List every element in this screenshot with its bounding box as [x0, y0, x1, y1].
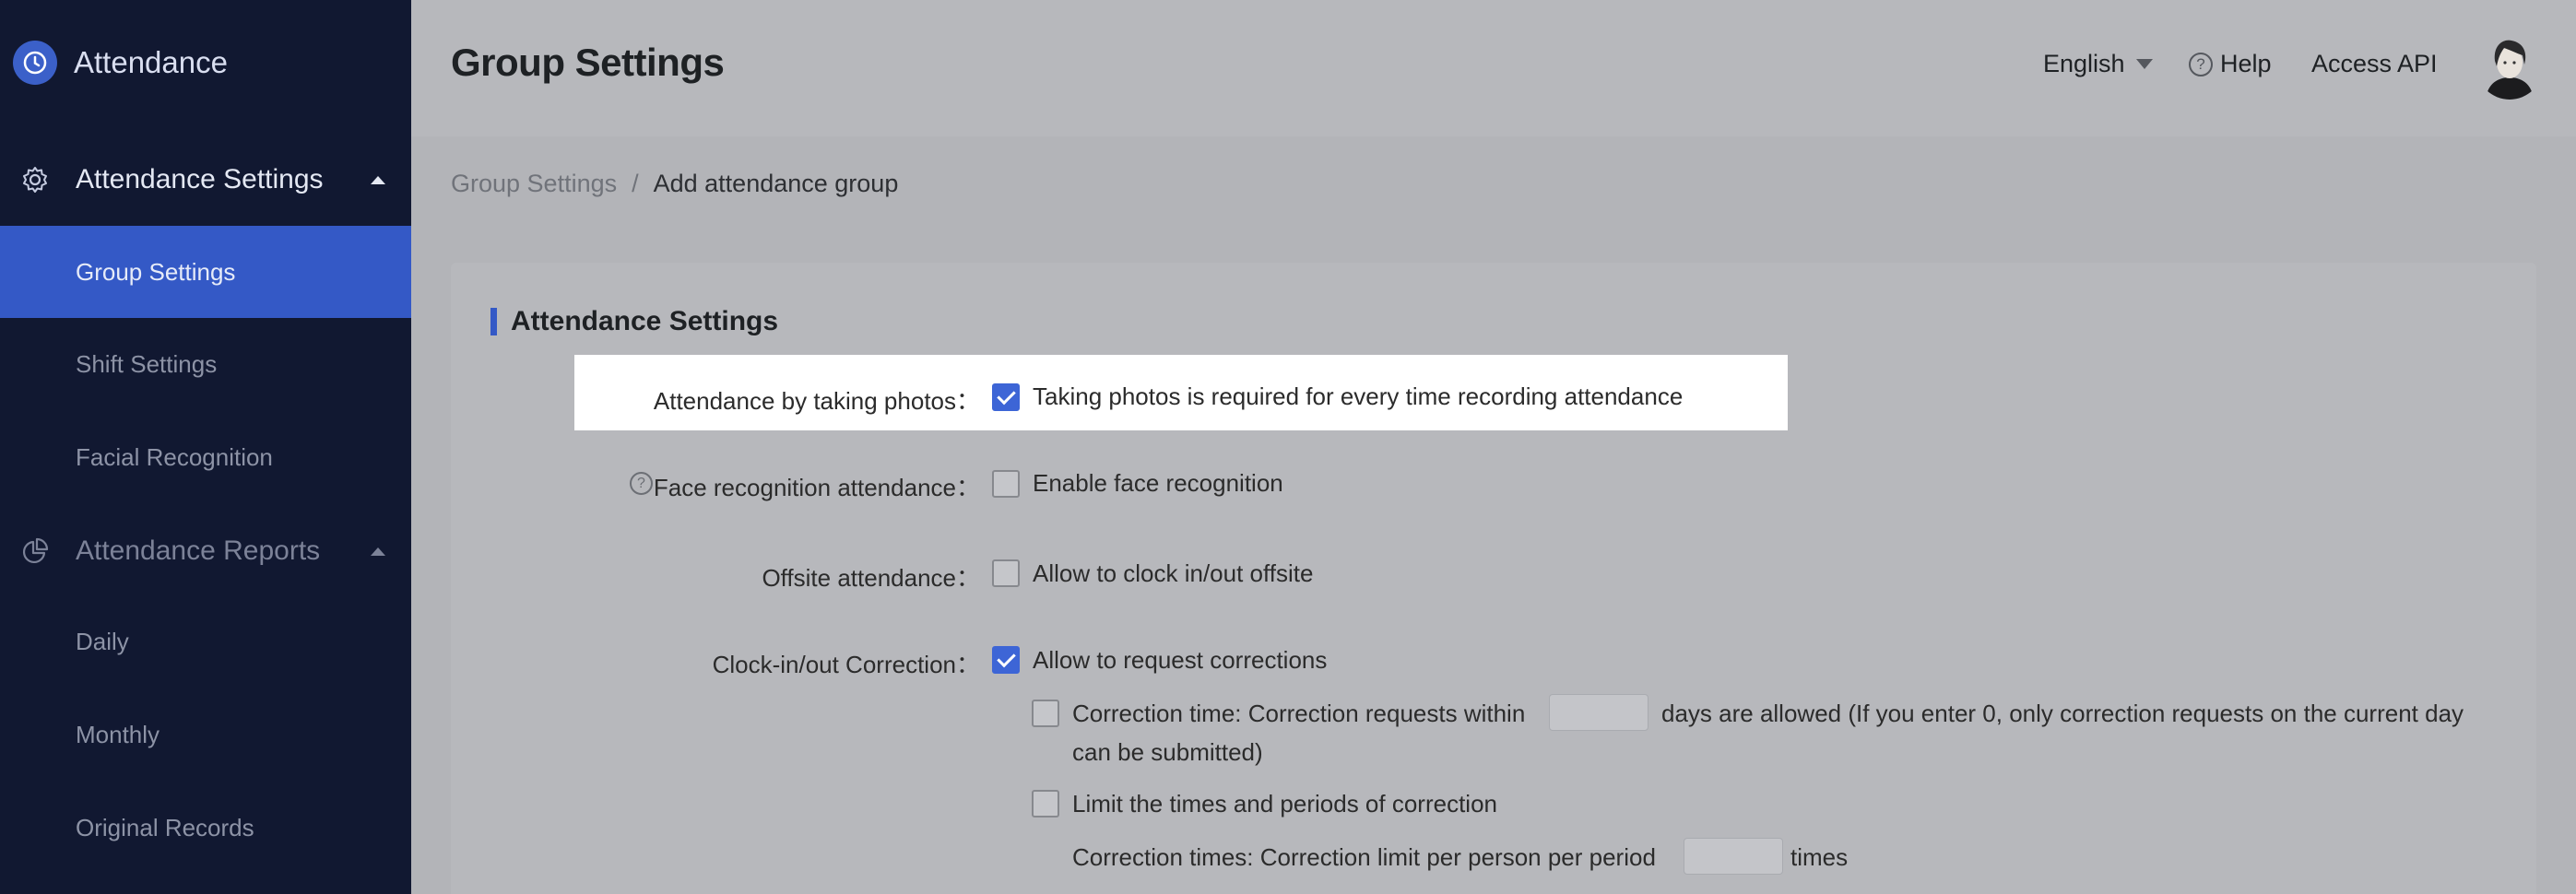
help-label: Help — [2220, 50, 2272, 77]
language-selector[interactable]: English — [2043, 50, 2153, 78]
breadcrumb-current: Add attendance group — [653, 170, 899, 197]
correction-time-suffix: days are allowed (If you enter 0, only c… — [1661, 700, 2464, 727]
breadcrumb-root[interactable]: Group Settings — [451, 170, 617, 198]
correction-checkbox[interactable] — [992, 646, 1020, 674]
correction-times-suffix: times — [1790, 843, 1849, 871]
correction-time-line2: can be submitted) — [1072, 738, 1263, 766]
app-logo[interactable]: Attendance — [13, 37, 228, 88]
photo-required-checkbox[interactable] — [992, 383, 1020, 411]
offsite-attendance-label: Offsite attendance： — [762, 564, 980, 592]
face-recognition-checkbox[interactable] — [992, 470, 1020, 498]
app-name: Attendance — [74, 45, 228, 79]
limit-checkbox[interactable] — [1032, 790, 1059, 818]
correction-days-input[interactable] — [1549, 694, 1648, 731]
breadcrumb-separator: / — [632, 170, 639, 197]
face-recognition-label: Face recognition attendance： — [653, 474, 980, 501]
caret-down-icon — [2135, 59, 2153, 69]
top-header: Group Settings English ? Help Access API — [411, 0, 2576, 136]
nav-group-label: Attendance Settings — [76, 164, 324, 194]
sidebar-item-facial-recognition[interactable]: Facial Recognition — [0, 411, 411, 503]
correction-option[interactable]: Allow to request corrections — [1033, 646, 1327, 675]
limit-option[interactable]: Limit the times and periods of correctio… — [1072, 790, 1497, 818]
access-api-link[interactable]: Access API — [2311, 50, 2438, 78]
section-title: Attendance Settings — [511, 306, 779, 336]
correction-time-checkbox[interactable] — [1032, 700, 1059, 727]
correction-times-prefix: Correction times: Correction limit per p… — [1072, 843, 1656, 871]
nav-group-attendance-settings[interactable]: Attendance Settings — [0, 143, 411, 217]
pie-chart-icon — [20, 536, 50, 566]
section-accent-bar — [490, 308, 497, 335]
sidebar-item-group-settings[interactable]: Group Settings — [0, 226, 411, 318]
question-circle-icon: ? — [2189, 52, 2213, 76]
help-link[interactable]: ? Help — [2189, 50, 2272, 78]
sidebar-item-original-records[interactable]: Original Records — [0, 782, 411, 874]
face-recognition-option[interactable]: Enable face recognition — [1033, 469, 1283, 498]
sidebar-item-monthly[interactable]: Monthly — [0, 688, 411, 781]
gear-icon — [20, 165, 50, 194]
breadcrumb: Group Settings / Add attendance group — [451, 170, 898, 198]
page-title: Group Settings — [451, 41, 725, 84]
clock-icon — [13, 41, 57, 85]
offsite-option[interactable]: Allow to clock in/out offsite — [1033, 559, 1313, 588]
correction-times-input[interactable] — [1684, 838, 1783, 875]
photo-attendance-label: Attendance by taking photos： — [653, 387, 980, 415]
sidebar: Attendance Attendance Settings Group Set… — [0, 0, 411, 894]
sidebar-item-daily[interactable]: Daily — [0, 595, 411, 688]
nav-group-label: Attendance Reports — [76, 535, 321, 566]
photo-required-option[interactable]: Taking photos is required for every time… — [1033, 382, 1683, 411]
caret-up-icon — [371, 547, 385, 556]
correction-time-prefix: Correction time: Correction requests wit… — [1072, 700, 1526, 727]
caret-up-icon — [371, 176, 385, 184]
offsite-checkbox[interactable] — [992, 559, 1020, 587]
nav-group-attendance-reports[interactable]: Attendance Reports — [0, 514, 411, 588]
language-label: English — [2043, 50, 2125, 77]
correction-label: Clock-in/out Correction： — [712, 651, 980, 678]
avatar[interactable] — [2476, 33, 2543, 100]
sidebar-item-shift-settings[interactable]: Shift Settings — [0, 318, 411, 410]
